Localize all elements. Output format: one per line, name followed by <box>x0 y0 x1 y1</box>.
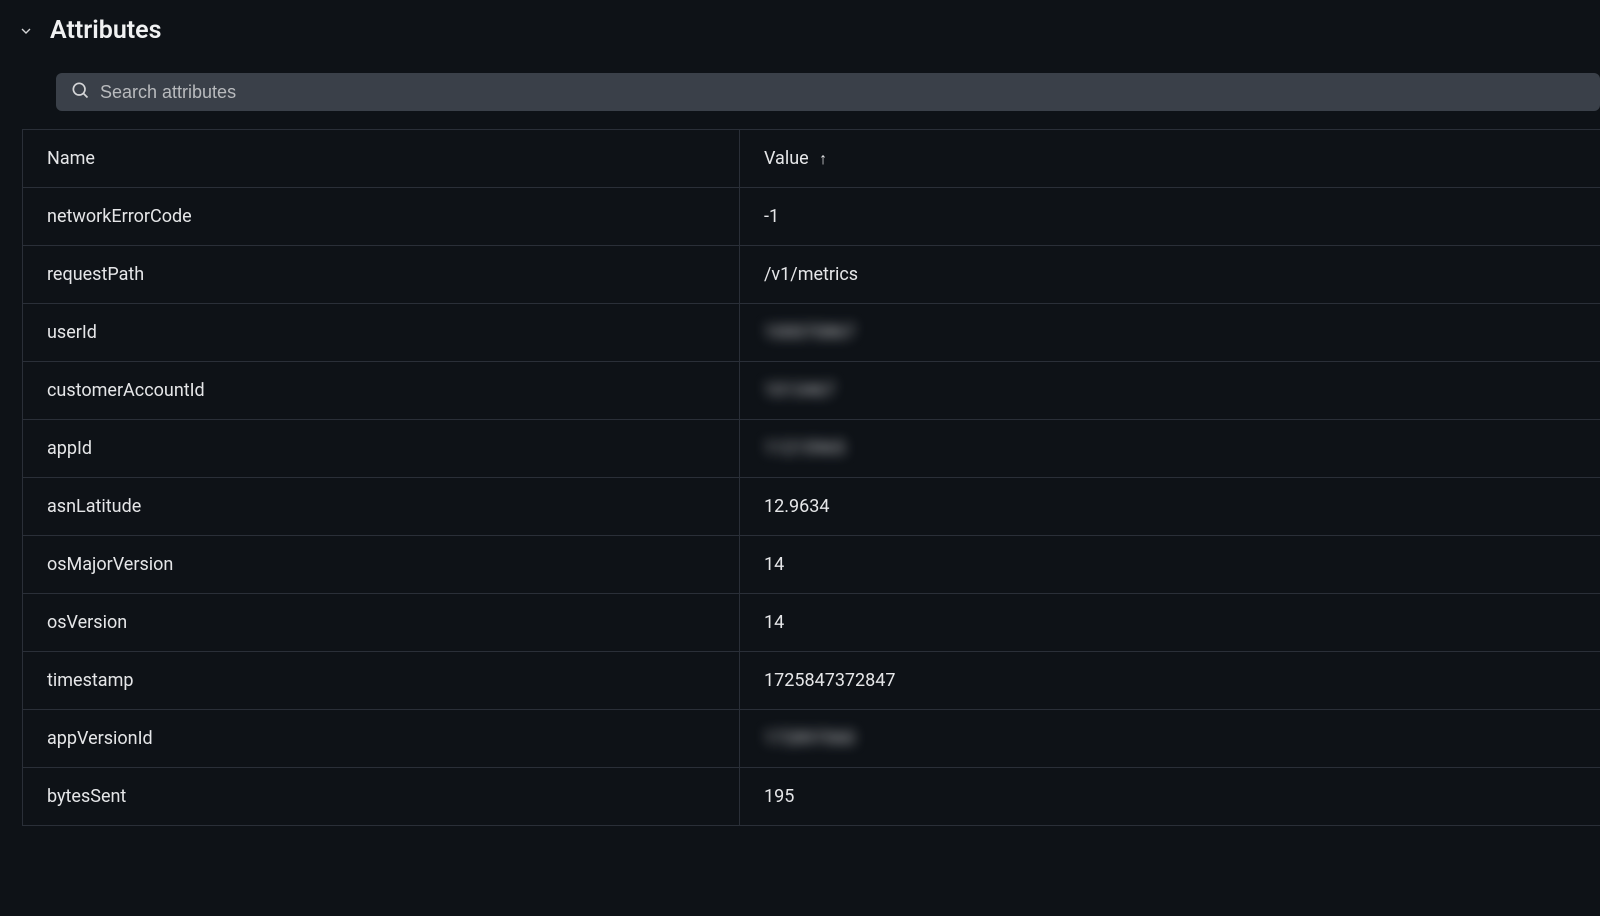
attribute-name-cell: timestamp <box>23 652 740 710</box>
section-title: Attributes <box>50 16 162 45</box>
attribute-name: userId <box>47 322 97 343</box>
attribute-name-cell: networkErrorCode <box>23 188 740 246</box>
attribute-name: bytesSent <box>47 786 126 807</box>
attribute-name: osVersion <box>47 612 127 633</box>
attribute-name-cell: customerAccountId <box>23 362 740 420</box>
attribute-name-cell: osMajorVersion <box>23 536 740 594</box>
column-header-value-label: Value <box>764 148 809 169</box>
attribute-value: 11215965 <box>764 438 845 459</box>
attribute-value-cell: /v1/metrics <box>740 246 1600 304</box>
table-row[interactable]: asnLatitude 12.9634 <box>23 478 1600 536</box>
table-row[interactable]: bytesSent 195 <box>23 768 1600 826</box>
attribute-name: asnLatitude <box>47 496 141 517</box>
attribute-value-cell: 195 <box>740 768 1600 826</box>
attribute-name-cell: appVersionId <box>23 710 740 768</box>
attribute-name-cell: requestPath <box>23 246 740 304</box>
search-bar[interactable] <box>56 73 1600 111</box>
attribute-value: 14 <box>764 612 784 633</box>
chevron-down-icon[interactable] <box>18 23 34 39</box>
attribute-value: 1725847372847 <box>764 670 896 691</box>
attribute-value-cell: 100070867 <box>740 304 1600 362</box>
attribute-value-cell: 11215965 <box>740 420 1600 478</box>
table-row[interactable]: appId 11215965 <box>23 420 1600 478</box>
attribute-value-cell: 1725847372847 <box>740 652 1600 710</box>
attribute-name-cell: asnLatitude <box>23 478 740 536</box>
column-header-value[interactable]: Value ↑ <box>740 130 1600 188</box>
attribute-value-cell: 172897060 <box>740 710 1600 768</box>
search-input[interactable] <box>100 82 1586 103</box>
attribute-name: customerAccountId <box>47 380 205 401</box>
table-row[interactable]: networkErrorCode -1 <box>23 188 1600 246</box>
column-header-name-label: Name <box>47 148 95 169</box>
attribute-name-cell: bytesSent <box>23 768 740 826</box>
attribute-name-cell: osVersion <box>23 594 740 652</box>
attribute-name: networkErrorCode <box>47 206 192 227</box>
table-row[interactable]: appVersionId 172897060 <box>23 710 1600 768</box>
attribute-value-cell: 14 <box>740 594 1600 652</box>
attribute-value-cell: 14 <box>740 536 1600 594</box>
attribute-value: 100070867 <box>764 322 855 343</box>
attribute-value-cell: 12.9634 <box>740 478 1600 536</box>
attribute-value-cell: -1 <box>740 188 1600 246</box>
table-row[interactable]: osVersion 14 <box>23 594 1600 652</box>
sort-ascending-icon: ↑ <box>819 149 827 168</box>
table-header-row: Name Value ↑ <box>23 130 1600 188</box>
table-row[interactable]: requestPath/v1/metrics <box>23 246 1600 304</box>
attribute-value: 12.9634 <box>764 496 829 517</box>
attribute-name: appVersionId <box>47 728 153 749</box>
section-header: Attributes <box>0 16 1600 45</box>
attribute-value: 172897060 <box>764 728 855 749</box>
search-icon <box>70 80 90 105</box>
attribute-name-cell: appId <box>23 420 740 478</box>
attribute-value: /v1/metrics <box>764 264 858 285</box>
attribute-value: 14 <box>764 554 784 575</box>
table-row[interactable]: customerAccountId 1013467 <box>23 362 1600 420</box>
attribute-value: 1013467 <box>764 380 835 401</box>
attribute-name: osMajorVersion <box>47 554 173 575</box>
table-row[interactable]: timestamp 1725847372847 <box>23 652 1600 710</box>
attribute-value: 195 <box>764 786 794 807</box>
attribute-name: timestamp <box>47 670 133 691</box>
column-header-name[interactable]: Name <box>23 130 740 188</box>
attributes-table: Name Value ↑ networkErrorCode -1 requestPa… <box>22 129 1600 826</box>
attribute-name: appId <box>47 438 92 459</box>
table-row[interactable]: osMajorVersion 14 <box>23 536 1600 594</box>
attribute-name-cell: userId <box>23 304 740 362</box>
attribute-name: requestPath <box>47 264 144 285</box>
attribute-value: -1 <box>764 206 779 227</box>
table-row[interactable]: userId 100070867 <box>23 304 1600 362</box>
attribute-value-cell: 1013467 <box>740 362 1600 420</box>
